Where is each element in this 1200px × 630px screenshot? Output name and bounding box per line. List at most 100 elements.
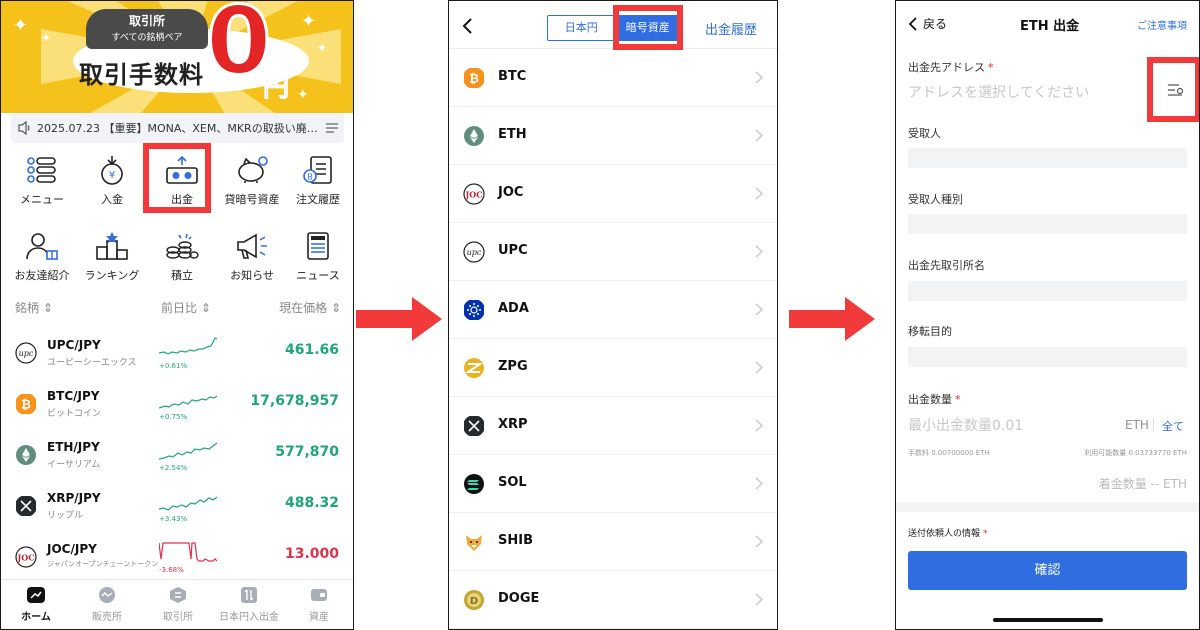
- menu-item-order-history[interactable]: B 注文履歴: [283, 147, 353, 209]
- eth-coin-icon: [464, 126, 484, 146]
- sparkle-icon: ✦: [297, 87, 309, 103]
- tab-yen-transfer[interactable]: 日本円入出金: [214, 580, 284, 629]
- back-chevron-icon[interactable]: [461, 17, 473, 35]
- tab-label: 取引所: [163, 612, 193, 623]
- withdraw-icon: [166, 155, 198, 184]
- news-ticker[interactable]: 2025.07.23 【重要】MONA、XEM、MKRの取扱い廃…: [11, 113, 344, 143]
- joc-coin-icon: JOC: [15, 546, 37, 568]
- chevron-right-icon: [755, 477, 763, 490]
- receiver-label: 受取人: [908, 127, 941, 140]
- back-button[interactable]: 戻る: [908, 15, 947, 32]
- sort-by-change[interactable]: 前日比 ⇕: [161, 299, 211, 316]
- received-amount: 着金数量 -- ETH: [1098, 477, 1187, 491]
- sort-by-symbol[interactable]: 銘柄 ⇕: [15, 299, 53, 316]
- address-input[interactable]: アドレスを選択してください: [908, 82, 1089, 102]
- segment-crypto[interactable]: 暗号資産: [614, 16, 681, 40]
- market-name: ユーピーシーエックス: [47, 358, 137, 368]
- asset-row-xrp[interactable]: XRP: [449, 397, 777, 455]
- confirm-button[interactable]: 確認: [908, 551, 1187, 590]
- fee-text: 手数料 0.00700000 ETH: [908, 449, 990, 457]
- joc-coin-icon: JOC: [463, 183, 485, 205]
- market-row-upc[interactable]: upc UPC/JPY ユーピーシーエックス +0.61% 461.66: [11, 329, 343, 380]
- news-text: 2025.07.23 【重要】MONA、XEM、MKRの取扱い廃…: [37, 122, 318, 135]
- sender-info-label: 送付依頼人の情報 *: [908, 529, 988, 539]
- svg-text:upc: upc: [19, 349, 34, 358]
- asset-row-upc[interactable]: upc UPC: [449, 223, 777, 281]
- available-amount: 利用可能数量 0.03733770 ETH: [1084, 449, 1187, 457]
- market-pair: UPC/JPY: [47, 338, 101, 352]
- withdraw-history-link[interactable]: 出金履歴: [705, 19, 757, 38]
- sparkline: [159, 496, 217, 511]
- amount-label-text: 出金数量: [908, 393, 952, 406]
- menu-item-deposit[interactable]: ¥ 入金: [77, 147, 147, 209]
- tab-assets[interactable]: 資産: [284, 580, 353, 629]
- menu-item-news[interactable]: ニュース: [283, 223, 353, 285]
- sparkle-icon: ✦: [13, 15, 29, 36]
- amount-input[interactable]: 最小出金数量0.01: [908, 415, 1023, 435]
- segment-jpy[interactable]: 日本円: [548, 16, 615, 40]
- receiver-type-label: 受取人種別: [908, 193, 963, 206]
- zero-fee-banner[interactable]: ✦ ✦ ✦ ✦ ✦ 取引所 すべての銘柄ペア 取引手数料 0 円: [1, 1, 353, 113]
- order-history-icon: B: [303, 156, 332, 184]
- menu-item-menu[interactable]: メニュー: [7, 147, 77, 209]
- asset-row-shib[interactable]: SHIB: [449, 513, 777, 571]
- asset-row-sol[interactable]: SOL: [449, 455, 777, 513]
- tab-exchange[interactable]: 販売所: [72, 580, 142, 629]
- amount-unit: ETH: [1125, 418, 1149, 432]
- asset-name: BTC: [498, 69, 527, 84]
- receiver-field[interactable]: [908, 148, 1187, 168]
- list-icon[interactable]: [326, 123, 338, 133]
- svg-text:₿: ₿: [21, 398, 31, 412]
- upc-coin-icon: upc: [463, 241, 485, 263]
- asset-row-btc[interactable]: ₿ BTC: [449, 49, 777, 107]
- tab-label: 日本円入出金: [219, 612, 279, 623]
- address-book-icon[interactable]: [1168, 84, 1184, 97]
- tab-home[interactable]: ホーム: [1, 580, 71, 629]
- receiver-type-field[interactable]: [908, 214, 1187, 234]
- menu-item-label: メニュー: [20, 193, 64, 206]
- market-row-eth[interactable]: ETH/JPY イーサリアム +2.54% 577,870: [11, 431, 343, 482]
- notes-link[interactable]: ご注意事項: [1137, 17, 1187, 32]
- asset-row-doge[interactable]: D DOGE: [449, 571, 777, 629]
- purpose-label: 移転目的: [908, 325, 952, 338]
- banner-zero: 0: [204, 1, 272, 96]
- menu-item-invite[interactable]: お友達紹介: [7, 223, 77, 285]
- asset-name: JOC: [498, 185, 524, 200]
- menu-item-label: 出金: [171, 193, 193, 206]
- market-pair: JOC/JPY: [47, 542, 97, 556]
- menu-item-savings[interactable]: 積立: [147, 223, 217, 285]
- purpose-field[interactable]: [908, 347, 1187, 367]
- market-price: 461.66: [284, 342, 339, 358]
- market-row-xrp[interactable]: XRP/JPY リップル +3.43% 488.32: [11, 482, 343, 533]
- asset-name: ZPG: [498, 359, 528, 374]
- page-title: ETH 出金: [1020, 19, 1080, 34]
- chevron-right-icon: [755, 303, 763, 316]
- yen-transfer-icon: [241, 587, 257, 603]
- market-change: +0.75%: [159, 413, 188, 421]
- sort-by-price[interactable]: 現在価格 ⇕: [279, 299, 341, 316]
- menu-item-lending[interactable]: 貸暗号資産: [217, 147, 287, 209]
- menu-item-label: お友達紹介: [14, 269, 70, 282]
- menu-item-withdraw[interactable]: 出金: [147, 147, 217, 209]
- market-price: 577,870: [275, 444, 339, 460]
- market-change: +2.54%: [159, 464, 188, 472]
- menu-item-notices[interactable]: お知らせ: [217, 223, 287, 285]
- market-row-btc[interactable]: ₿ BTC/JPY ビットコイン +0.75% 17,678,957: [11, 380, 343, 431]
- exchange-name-field[interactable]: [908, 281, 1187, 301]
- ranking-icon: [96, 232, 128, 260]
- asset-row-ada[interactable]: ADA: [449, 281, 777, 339]
- asset-row-joc[interactable]: JOC JOC: [449, 165, 777, 223]
- tab-label: 販売所: [92, 612, 122, 623]
- tab-trade[interactable]: 取引所: [143, 580, 213, 629]
- menu-item-ranking[interactable]: ランキング: [77, 223, 147, 285]
- asset-row-eth[interactable]: ETH: [449, 107, 777, 165]
- menu-item-label: 注文履歴: [296, 193, 340, 206]
- all-amount-button[interactable]: 全て: [1162, 418, 1184, 434]
- chevron-right-icon: [755, 129, 763, 142]
- chevron-right-icon: [755, 71, 763, 84]
- market-row-joc[interactable]: JOC JOC/JPY ジャパンオープンチェーントークン -3.68% 13.0…: [11, 533, 343, 584]
- asset-row-zpg[interactable]: ZPG: [449, 339, 777, 397]
- market-change: +3.43%: [159, 515, 188, 523]
- invite-friends-icon: [26, 233, 58, 260]
- shib-coin-icon: [466, 535, 482, 551]
